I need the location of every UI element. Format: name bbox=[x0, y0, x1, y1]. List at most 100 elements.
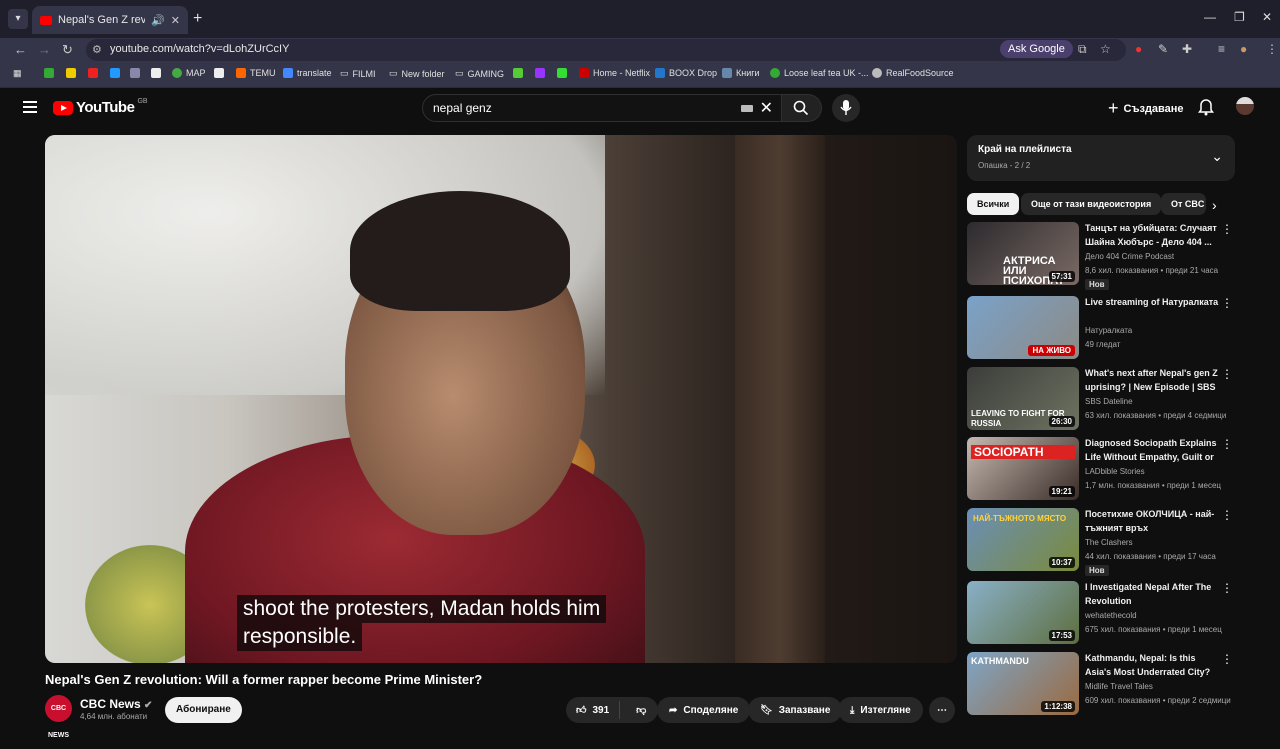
video-thumbnail[interactable]: LEAVING TO FIGHT FOR RUSSIA 26:30 bbox=[967, 367, 1079, 430]
recommendation-channel[interactable]: SBS Dateline bbox=[1085, 397, 1133, 406]
search-button[interactable] bbox=[782, 94, 822, 122]
video-thumbnail[interactable]: KATHMANDU 1:12:38 bbox=[967, 652, 1079, 715]
bookmark-icon[interactable] bbox=[214, 68, 224, 78]
recommendation-item[interactable]: НАЙ-ТЪЖНОТО МЯСТО 10:37 Посетихме ОКОЛЧИЦА… bbox=[967, 508, 1235, 576]
bookmark-icon[interactable] bbox=[88, 68, 98, 78]
recommendation-channel[interactable]: LADbible Stories bbox=[1085, 467, 1145, 476]
share-button[interactable]: ➦ Споделяне bbox=[657, 697, 751, 723]
bookmark-folder-filmi[interactable]: ▭ FILMI bbox=[340, 68, 376, 79]
recommendation-item[interactable]: SOCIOPATH 19:21 Diagnosed Sociopath Explai… bbox=[967, 437, 1235, 505]
bookmark-icon[interactable] bbox=[44, 68, 54, 78]
bookmark-icon[interactable] bbox=[535, 68, 545, 78]
more-actions-button[interactable]: ⋯ bbox=[929, 697, 955, 723]
recommendation-item[interactable]: 17:53 I Investigated Nepal After The Revo… bbox=[967, 581, 1235, 649]
youtube-logo[interactable]: YouTube GB bbox=[53, 98, 148, 116]
more-vertical-icon[interactable]: ⋮ bbox=[1221, 367, 1233, 381]
keyboard-icon[interactable] bbox=[741, 105, 753, 112]
search-input[interactable]: nepal genz ✕ bbox=[422, 94, 782, 122]
chip-from-cbc[interactable]: От CBC bbox=[1161, 193, 1206, 215]
channel-avatar[interactable]: CBC NEWS bbox=[45, 695, 72, 739]
install-icon[interactable]: ⧉ bbox=[1078, 42, 1087, 57]
chevron-right-icon[interactable]: › bbox=[1212, 197, 1217, 213]
chip-more-from-story[interactable]: Още от тази видеоистория bbox=[1021, 193, 1162, 215]
recommendation-title[interactable]: I Investigated Nepal After The Revolutio… bbox=[1085, 581, 1219, 608]
clear-search-icon[interactable]: ✕ bbox=[760, 98, 773, 118]
chip-all[interactable]: Всички bbox=[967, 193, 1020, 215]
avatar[interactable] bbox=[1236, 97, 1254, 115]
back-icon[interactable]: ← bbox=[14, 42, 27, 57]
recommendation-item[interactable]: LEAVING TO FIGHT FOR RUSSIA 26:30 What's n… bbox=[967, 367, 1235, 435]
more-vertical-icon[interactable]: ⋮ bbox=[1221, 437, 1233, 451]
channel-name[interactable]: CBC News ✔ bbox=[80, 697, 152, 711]
extensions-puzzle-icon[interactable]: ✚ bbox=[1182, 42, 1192, 56]
scrollbar[interactable] bbox=[1272, 88, 1280, 720]
recommendation-title[interactable]: Танцът на убийцата: Случаят Шайна Хюбърс… bbox=[1085, 222, 1219, 249]
bookmark-icon[interactable] bbox=[557, 68, 567, 78]
bookmark-folder-new[interactable]: ▭ New folder bbox=[389, 68, 445, 79]
browser-tab[interactable]: Nepal's Gen Z revolution: W 🔊 ✕ bbox=[32, 6, 188, 34]
profile-avatar-icon[interactable]: ● bbox=[1240, 42, 1247, 56]
video-thumbnail[interactable]: АКТРИСА ИЛИ ПСИХОПАТ 57:31 bbox=[967, 222, 1079, 285]
close-window-icon[interactable]: ✕ bbox=[1262, 10, 1272, 24]
tab-search-button[interactable]: ▾ bbox=[8, 9, 28, 29]
chevron-down-icon[interactable]: ⌄ bbox=[1211, 148, 1223, 165]
recommendation-item[interactable]: НА ЖИВО Live streaming of Натуралката Нату… bbox=[967, 296, 1235, 364]
more-vertical-icon[interactable]: ⋮ bbox=[1221, 581, 1233, 595]
bookmark-map[interactable]: MAP bbox=[172, 68, 206, 78]
more-vertical-icon[interactable]: ⋮ bbox=[1221, 222, 1233, 236]
bookmark-knigi[interactable]: Книги bbox=[722, 68, 760, 78]
extension-icon[interactable]: ✎ bbox=[1158, 42, 1168, 56]
site-info-icon[interactable]: ⚙ bbox=[92, 43, 102, 56]
bookmark-icon[interactable] bbox=[130, 68, 140, 78]
notifications-bell-icon[interactable] bbox=[1198, 98, 1214, 116]
recommendation-title[interactable]: What's next after Nepal's gen Z uprising… bbox=[1085, 367, 1219, 395]
more-vertical-icon[interactable]: ⋮ bbox=[1221, 508, 1233, 522]
voice-search-button[interactable] bbox=[832, 94, 860, 122]
dislike-button[interactable]: 👎︎ bbox=[626, 704, 658, 716]
browser-menu-icon[interactable]: ⋮ bbox=[1266, 42, 1278, 56]
recommendation-item[interactable]: KATHMANDU 1:12:38 Kathmandu, Nepal: Is thi… bbox=[967, 652, 1235, 720]
menu-icon[interactable] bbox=[23, 101, 37, 116]
video-thumbnail[interactable]: SOCIOPATH 19:21 bbox=[967, 437, 1079, 500]
close-tab-icon[interactable]: ✕ bbox=[171, 14, 180, 27]
bookmark-star-icon[interactable]: ☆ bbox=[1100, 42, 1111, 56]
reload-icon[interactable]: ↻ bbox=[62, 42, 73, 58]
like-button[interactable]: 👍︎ 391 bbox=[566, 701, 621, 719]
download-button[interactable]: ⤓ Изтегляне bbox=[838, 697, 923, 723]
recommendation-channel[interactable]: The Clashers bbox=[1085, 538, 1133, 547]
url-field[interactable]: ⚙ youtube.com/watch?v=dLohZUrCcIY bbox=[86, 39, 1126, 61]
ask-google-button[interactable]: Ask Google bbox=[1000, 40, 1073, 58]
save-button[interactable]: 🔖︎ Запазване bbox=[748, 697, 843, 723]
forward-icon[interactable]: → bbox=[38, 42, 51, 57]
extension-icon[interactable]: ● bbox=[1135, 42, 1142, 56]
speaker-icon[interactable]: 🔊 bbox=[151, 14, 165, 27]
recommendation-title[interactable]: Live streaming of Натуралката bbox=[1085, 296, 1219, 310]
bookmark-folder-gaming[interactable]: ▭ GAMING bbox=[455, 68, 504, 79]
bookmark-icon[interactable] bbox=[110, 68, 120, 78]
video-thumbnail[interactable]: НА ЖИВО bbox=[967, 296, 1079, 359]
bookmark-translate[interactable]: translate bbox=[283, 68, 332, 78]
queue-panel[interactable]: Край на плейлиста Опашка - 2 / 2 ⌄ bbox=[967, 135, 1235, 181]
apps-icon[interactable]: ▦ bbox=[13, 68, 22, 79]
create-button[interactable]: + Създаване bbox=[1108, 98, 1184, 119]
recommendation-title[interactable]: Посетихме ОКОЛЧИЦА - най-тъжният връх bbox=[1085, 508, 1219, 535]
bookmark-temu[interactable]: TEMU bbox=[236, 68, 276, 78]
bookmark-netflix[interactable]: Home - Netflix bbox=[579, 68, 650, 78]
recommendation-title[interactable]: Diagnosed Sociopath Explains Life Withou… bbox=[1085, 437, 1219, 465]
video-player[interactable] bbox=[45, 135, 957, 663]
minimize-icon[interactable]: — bbox=[1204, 10, 1216, 24]
recommendation-channel[interactable]: Натуралката bbox=[1085, 326, 1132, 335]
video-thumbnail[interactable]: НАЙ-ТЪЖНОТО МЯСТО 10:37 bbox=[967, 508, 1079, 571]
reading-list-icon[interactable]: ≡ bbox=[1218, 42, 1225, 56]
recommendation-item[interactable]: АКТРИСА ИЛИ ПСИХОПАТ 57:31 Танцът на убийц… bbox=[967, 222, 1235, 290]
new-tab-button[interactable]: + bbox=[193, 10, 202, 28]
recommendation-title[interactable]: Kathmandu, Nepal: Is this Asia's Most Un… bbox=[1085, 652, 1219, 679]
maximize-icon[interactable]: ❐ bbox=[1234, 10, 1245, 24]
bookmark-icon[interactable] bbox=[66, 68, 76, 78]
bookmark-boox[interactable]: BOOX Drop bbox=[655, 68, 717, 78]
bookmark-realfood[interactable]: RealFoodSource bbox=[872, 68, 954, 78]
video-thumbnail[interactable]: 17:53 bbox=[967, 581, 1079, 644]
recommendation-channel[interactable]: Дело 404 Crime Podcast bbox=[1085, 252, 1174, 261]
subscribe-button[interactable]: Абониране bbox=[165, 697, 242, 723]
more-vertical-icon[interactable]: ⋮ bbox=[1221, 296, 1233, 310]
